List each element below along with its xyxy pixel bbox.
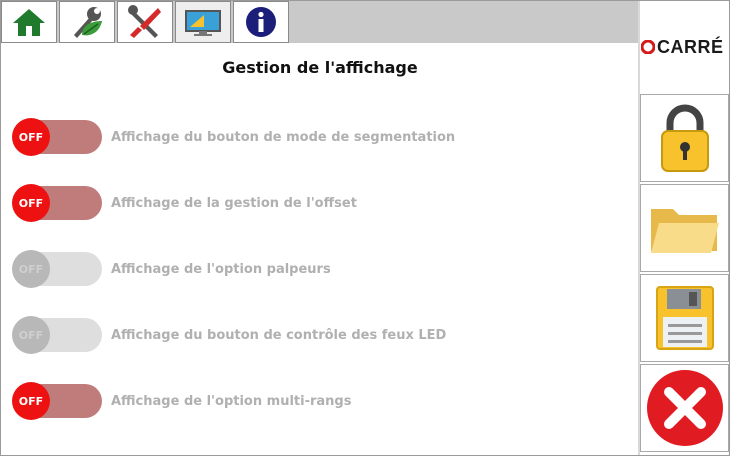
brand-name: CARRÉ [657, 36, 724, 57]
folder-icon [650, 209, 719, 253]
option-row: OFF Affichage de la gestion de l'offset [12, 183, 612, 223]
info-icon [246, 7, 276, 37]
option-row: OFF Affichage du bouton de contrôle des … [12, 315, 612, 355]
close-icon [646, 370, 723, 446]
brand-logo: CARRÉ [641, 36, 729, 58]
brand-mark-icon [641, 40, 655, 54]
toggle-knob: OFF [12, 250, 50, 288]
option-label: Affichage de la gestion de l'offset [111, 195, 357, 211]
option-label: Affichage du bouton de mode de segmentat… [111, 129, 456, 145]
tab-tools[interactable] [117, 1, 173, 43]
tab-home[interactable] [1, 1, 57, 43]
probes-option-toggle: OFF [12, 250, 104, 288]
segmentation-mode-toggle[interactable]: OFF [12, 118, 104, 156]
monitor-icon [185, 10, 221, 36]
toggle-knob: OFF [12, 382, 50, 420]
lock-button[interactable] [640, 94, 729, 182]
save-button[interactable] [640, 274, 729, 362]
wrench-screwdriver-icon [128, 5, 161, 38]
floppy-disk-icon [655, 286, 714, 350]
option-label: Affichage du bouton de contrôle des feux… [111, 327, 447, 343]
tab-info[interactable] [233, 1, 289, 43]
toggle-knob: OFF [12, 118, 50, 156]
option-label: Affichage de l'option palpeurs [111, 261, 331, 277]
top-tab-bar [1, 1, 638, 43]
toggle-knob: OFF [12, 184, 50, 222]
wrench-leaf-icon [74, 7, 102, 38]
page-title: Gestion de l'affichage [222, 58, 418, 77]
tab-display[interactable] [175, 1, 231, 43]
option-label: Affichage de l'option multi-rangs [111, 393, 352, 409]
close-button[interactable] [640, 364, 729, 452]
toggle-knob: OFF [12, 316, 50, 354]
option-row: OFF Affichage de l'option palpeurs [12, 249, 612, 289]
multi-row-toggle[interactable]: OFF [12, 382, 104, 420]
home-icon [13, 9, 45, 36]
tab-settings[interactable] [59, 1, 115, 43]
padlock-icon [660, 104, 709, 172]
led-control-toggle: OFF [12, 316, 104, 354]
option-row: OFF Affichage du bouton de mode de segme… [12, 117, 612, 157]
option-row: OFF Affichage de l'option multi-rangs [12, 381, 612, 421]
open-folder-button[interactable] [640, 184, 729, 272]
offset-management-toggle[interactable]: OFF [12, 184, 104, 222]
